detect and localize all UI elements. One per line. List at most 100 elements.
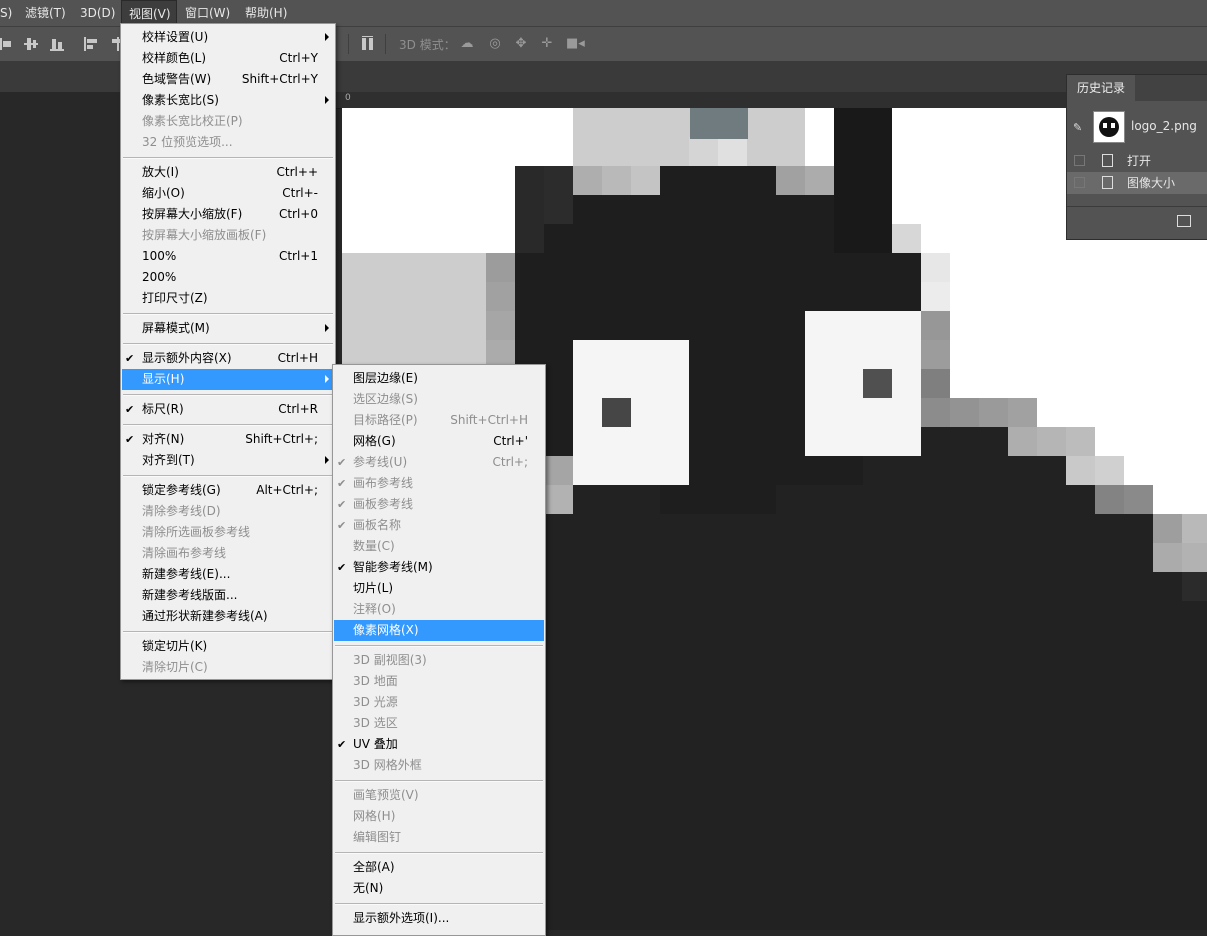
view-item-放大[interactable]: 放大(I) Ctrl++ <box>122 162 334 183</box>
show-item-显示额外选项[interactable]: 显示额外选项(I)... <box>334 908 544 929</box>
view-item-新建参考线版面[interactable]: 新建参考线版面... <box>122 585 334 606</box>
image-pixel <box>892 398 921 427</box>
image-pixel <box>631 514 660 543</box>
snapshot-thumbnail <box>1093 111 1125 143</box>
history-footer <box>1067 206 1207 239</box>
view-item-清除画布参考线: 清除画布参考线 <box>122 543 334 564</box>
tab-history[interactable]: 历史记录 <box>1067 75 1136 101</box>
view-item-通过形状新建参考线[interactable]: 通过形状新建参考线(A) <box>122 606 334 627</box>
image-pixel <box>1095 514 1124 543</box>
image-pixel <box>660 746 689 775</box>
3d-roll-icon[interactable]: ◎ <box>488 37 502 51</box>
image-pixel <box>834 253 863 282</box>
image-pixel <box>544 514 573 543</box>
menu-item-label: 网格(H) <box>353 809 396 823</box>
image-pixel <box>718 746 747 775</box>
show-item-无[interactable]: 无(N) <box>334 878 544 899</box>
image-pixel <box>834 485 863 514</box>
show-item-智能参考线[interactable]: ✔ 智能参考线(M) <box>334 557 544 578</box>
menu-separator <box>123 424 333 426</box>
history-snapshot[interactable]: ✎ logo_2.png <box>1067 109 1207 147</box>
view-item-显示[interactable]: 显示(H) <box>122 369 334 390</box>
image-pixel <box>834 514 863 543</box>
new-document-icon[interactable] <box>1177 215 1191 227</box>
image-pixel <box>805 601 834 630</box>
image-pixel <box>747 340 776 369</box>
history-checkbox[interactable] <box>1074 155 1085 166</box>
show-item-切片[interactable]: 切片(L) <box>334 578 544 599</box>
view-item-屏幕模式[interactable]: 屏幕模式(M) <box>122 318 334 339</box>
image-pixel <box>1037 601 1066 630</box>
view-item-标尺[interactable]: ✔ 标尺(R) Ctrl+R <box>122 399 334 420</box>
image-pixel <box>399 311 428 340</box>
history-checkbox[interactable] <box>1074 177 1085 188</box>
image-pixel <box>544 253 573 282</box>
menu-filter[interactable]: 滤镜(T) <box>25 0 69 26</box>
view-item-缩小[interactable]: 缩小(O) Ctrl+- <box>122 183 334 204</box>
view-item-像素长宽比[interactable]: 像素长宽比(S) <box>122 90 334 111</box>
image-pixel <box>689 311 718 340</box>
show-item-像素网格[interactable]: 像素网格(X) <box>334 620 544 641</box>
distribute-icon[interactable] <box>360 36 376 52</box>
image-pixel <box>660 804 689 833</box>
image-pixel <box>776 659 805 688</box>
view-item-对齐到[interactable]: 对齐到(T) <box>122 450 334 471</box>
view-item-色域警告[interactable]: 色域警告(W) Shift+Ctrl+Y <box>122 69 334 90</box>
image-pixel <box>544 717 573 746</box>
image-pixel <box>1037 804 1066 833</box>
image-pixel <box>602 340 631 369</box>
view-item-新建参考线[interactable]: 新建参考线(E)... <box>122 564 334 585</box>
image-pixel <box>1008 717 1037 746</box>
image-pixel <box>689 137 718 166</box>
view-item-校样颜色[interactable]: 校样颜色(L) Ctrl+Y <box>122 48 334 69</box>
3d-pan-icon[interactable]: ✥ <box>514 37 528 51</box>
menu-item-label: 显示(H) <box>142 372 185 386</box>
show-item-网格[interactable]: 网格(G) Ctrl+' <box>334 431 544 452</box>
3d-slide-icon[interactable]: ✛ <box>540 37 554 51</box>
image-pixel <box>718 804 747 833</box>
brush-source-icon[interactable]: ✎ <box>1073 121 1087 134</box>
view-item-对齐[interactable]: ✔ 对齐(N) Shift+Ctrl+; <box>122 429 334 450</box>
image-pixel <box>979 485 1008 514</box>
image-pixel <box>747 920 776 930</box>
image-pixel <box>515 311 544 340</box>
view-item-打印尺寸[interactable]: 打印尺寸(Z) <box>122 288 334 309</box>
3d-rotate-icon[interactable]: ☁ <box>460 37 474 51</box>
image-pixel <box>747 862 776 891</box>
view-item-锁定参考线[interactable]: 锁定参考线(G) Alt+Ctrl+; <box>122 480 334 501</box>
image-pixel <box>1182 659 1207 688</box>
image-pixel <box>1095 833 1124 862</box>
image-pixel <box>544 398 573 427</box>
history-step-image-size[interactable]: 图像大小 <box>1067 172 1207 194</box>
menu-separator <box>335 903 543 905</box>
submenu-arrow-icon <box>325 33 329 41</box>
show-item-UV叠加[interactable]: ✔ UV 叠加 <box>334 734 544 755</box>
show-item-全部[interactable]: 全部(A) <box>334 857 544 878</box>
image-pixel <box>834 311 863 340</box>
menu-image[interactable]: S) <box>0 0 14 26</box>
image-pixel <box>1008 862 1037 891</box>
show-item-图层边缘[interactable]: 图层边缘(E) <box>334 368 544 389</box>
menu-3d[interactable]: 3D(D) <box>80 0 116 26</box>
view-item-显示额外内容[interactable]: ✔ 显示额外内容(X) Ctrl+H <box>122 348 334 369</box>
view-item-100%[interactable]: 100% Ctrl+1 <box>122 246 334 267</box>
image-pixel <box>602 311 631 340</box>
image-pixel <box>457 253 486 282</box>
view-item-按屏幕大小缩放[interactable]: 按屏幕大小缩放(F) Ctrl+0 <box>122 204 334 225</box>
image-pixel <box>747 804 776 833</box>
3d-scale-icon[interactable]: ■◂ <box>566 37 585 51</box>
image-pixel <box>950 601 979 630</box>
view-item-200%[interactable]: 200% <box>122 267 334 288</box>
view-item-锁定切片[interactable]: 锁定切片(K) <box>122 636 334 657</box>
align-bottom-icon[interactable] <box>50 36 66 52</box>
align-left-edges-icon[interactable] <box>84 36 100 52</box>
history-step-open[interactable]: 打开 <box>1067 150 1207 172</box>
menu-item-label: 3D 网格外框 <box>353 758 422 772</box>
view-item-校样设置[interactable]: 校样设置(U) <box>122 27 334 48</box>
image-pixel <box>1008 456 1037 485</box>
align-vcenter-icon[interactable] <box>24 36 40 52</box>
menu-item-label: 参考线(U) <box>353 455 408 469</box>
image-pixel <box>921 369 950 398</box>
align-left-icon[interactable] <box>0 36 16 52</box>
image-pixel <box>515 282 544 311</box>
